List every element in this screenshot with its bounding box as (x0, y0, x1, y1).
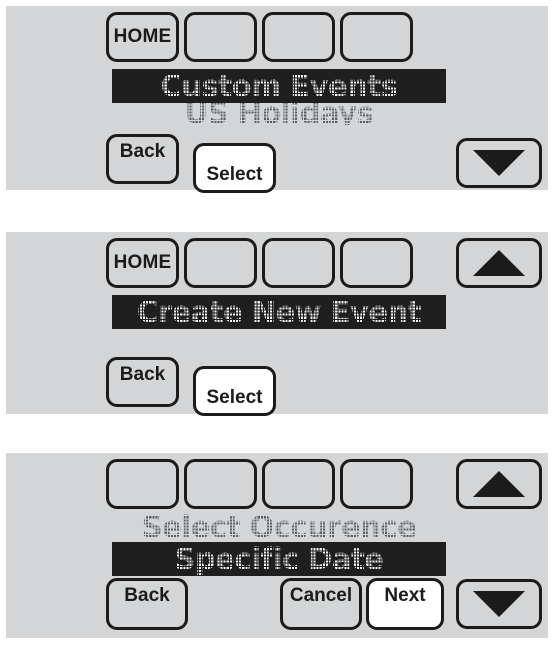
lcd-title-text: Select Occurence (141, 510, 417, 544)
lcd-subtitle-text: US Holidays (184, 103, 374, 125)
scroll-down-button[interactable] (456, 579, 542, 629)
lcd-title-line: Select Occurence (112, 510, 446, 544)
back-button[interactable]: Back (106, 578, 188, 630)
lcd-subtitle-line[interactable]: US Holidays (112, 103, 446, 125)
lcd-selected-option-text: Specific Date (174, 542, 384, 576)
create-new-event-screen: HOME Create New Event Back Select (6, 232, 548, 416)
lcd-title-line[interactable]: Create New Event (112, 295, 446, 329)
softkey-4[interactable] (340, 459, 413, 509)
custom-events-screen: HOME Custom Events US Holidays Back Sele… (6, 6, 548, 193)
select-occurence-screen: Select Occurence Specific Date Back Canc… (6, 453, 548, 638)
softkey-2[interactable] (184, 12, 257, 62)
softkey-3[interactable] (262, 12, 335, 62)
triangle-down-icon (473, 591, 525, 617)
softkey-2[interactable] (184, 238, 257, 288)
softkey-4[interactable] (340, 12, 413, 62)
lcd-title-text: Create New Event (136, 295, 422, 329)
back-button[interactable]: Back (106, 357, 179, 407)
softkey-3[interactable] (262, 238, 335, 288)
scroll-up-button[interactable] (456, 238, 542, 288)
lcd-title-line: Custom Events (112, 69, 446, 103)
softkey-row (106, 459, 413, 509)
home-button[interactable]: HOME (106, 12, 179, 62)
cancel-button[interactable]: Cancel (280, 578, 362, 630)
lcd-title-text: Custom Events (160, 69, 398, 103)
softkey-row: HOME (106, 238, 413, 288)
triangle-up-icon (473, 471, 525, 497)
scroll-down-button[interactable] (456, 138, 542, 188)
triangle-down-icon (473, 150, 525, 176)
triangle-up-icon (473, 250, 525, 276)
select-button[interactable]: Select (193, 366, 276, 416)
softkey-4[interactable] (340, 238, 413, 288)
softkey-row: HOME (106, 12, 413, 62)
home-button[interactable]: HOME (106, 238, 179, 288)
softkey-1[interactable] (106, 459, 179, 509)
back-button[interactable]: Back (106, 134, 179, 184)
lcd-selected-option[interactable]: Specific Date (112, 542, 446, 576)
select-button[interactable]: Select (193, 143, 276, 193)
softkey-2[interactable] (184, 459, 257, 509)
next-button[interactable]: Next (366, 578, 444, 630)
scroll-up-button[interactable] (456, 459, 542, 509)
softkey-3[interactable] (262, 459, 335, 509)
